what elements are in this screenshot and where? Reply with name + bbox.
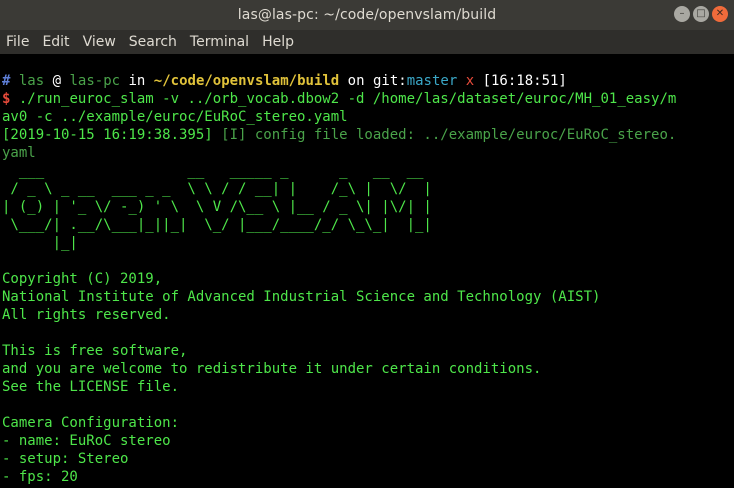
info-line-blank-3: [0, 396, 734, 414]
menu-view[interactable]: View: [83, 34, 116, 50]
free-software-line: This is free software,: [2, 343, 188, 359]
title-bar[interactable]: las@las-pc: ~/code/openvslam/build – □ ✕: [0, 0, 734, 30]
prompt-on: on: [347, 73, 365, 89]
prompt-branch: master: [406, 73, 458, 89]
prompt-path: ~/code/openvslam/build: [153, 73, 340, 89]
copyright-line: Copyright (C) 2019,: [2, 271, 163, 287]
terminal-output[interactable]: # las @ las-pc in ~/code/openvslam/build…: [0, 54, 734, 488]
prompt-in: in: [128, 73, 146, 89]
prompt-at: @: [52, 73, 62, 89]
prompt-hash: #: [2, 73, 11, 89]
camera-config-header: Camera Configuration:: [2, 415, 180, 431]
menu-file[interactable]: File: [6, 34, 29, 50]
menu-help[interactable]: Help: [262, 34, 294, 50]
window-title: las@las-pc: ~/code/openvslam/build: [237, 7, 497, 23]
maximize-button[interactable]: □: [693, 6, 709, 22]
redistribute-line: and you are welcome to redistribute it u…: [2, 361, 542, 377]
prompt-time: [16:18:51]: [482, 73, 567, 89]
ascii-art-line-3: | (_) | '_ \/ -_) ' \ \ V /\__ \ |__ / _…: [2, 199, 432, 215]
institute-line: National Institute of Advanced Industria…: [2, 289, 601, 305]
command-text-1: ./run_euroc_slam -v ../orb_vocab.dbow2 -…: [18, 91, 677, 107]
license-line: See the LICENSE file.: [2, 379, 180, 395]
log-timestamp: [2019-10-15 16:19:38.395]: [2, 127, 213, 143]
log-line-1: [2019-10-15 16:19:38.395] [I] config fil…: [0, 126, 734, 144]
prompt-host: las-pc: [69, 73, 121, 89]
log-line-2: yaml: [2, 145, 36, 161]
command-line-1: $ ./run_euroc_slam -v ../orb_vocab.dbow2…: [0, 90, 734, 108]
camera-fps-line: - fps: 20: [2, 469, 78, 485]
ascii-art-line-2: / _ \ _ __ ___ _ _ \ \ / / __| | /_\ | \…: [2, 181, 432, 197]
menu-edit[interactable]: Edit: [42, 34, 69, 50]
prompt-line: # las @ las-pc in ~/code/openvslam/build…: [0, 72, 734, 90]
prompt-user: las: [18, 73, 45, 89]
terminal-window: las@las-pc: ~/code/openvslam/build – □ ✕…: [0, 0, 734, 488]
info-line-blank-1: [0, 252, 734, 270]
menu-search[interactable]: Search: [129, 34, 177, 50]
menu-bar: File Edit View Search Terminal Help: [0, 30, 734, 54]
ascii-art-line-5: |_|: [2, 235, 432, 251]
rights-line: All rights reserved.: [2, 307, 171, 323]
prompt-git: git:: [372, 73, 407, 89]
camera-name-line: - name: EuRoC stereo: [2, 433, 171, 449]
log-message: [I] config file loaded: ../example/euroc…: [212, 127, 677, 143]
ascii-art-line-1: ___ __ _____ _ _ __ __: [2, 163, 432, 179]
window-controls: – □ ✕: [674, 6, 728, 22]
command-line-2: av0 -c ../example/euroc/EuRoC_stereo.yam…: [2, 109, 348, 125]
close-button[interactable]: ✕: [712, 6, 728, 22]
camera-setup-line: - setup: Stereo: [2, 451, 129, 467]
minimize-button[interactable]: –: [674, 6, 690, 22]
info-line-blank-2: [0, 324, 734, 342]
prompt-dirty: x: [465, 73, 475, 89]
menu-terminal[interactable]: Terminal: [190, 34, 249, 50]
ascii-art-line-4: \___/| .__/\___|_||_| \_/ |___/____/_/ \…: [2, 217, 432, 233]
prompt-dollar: $: [2, 91, 11, 107]
